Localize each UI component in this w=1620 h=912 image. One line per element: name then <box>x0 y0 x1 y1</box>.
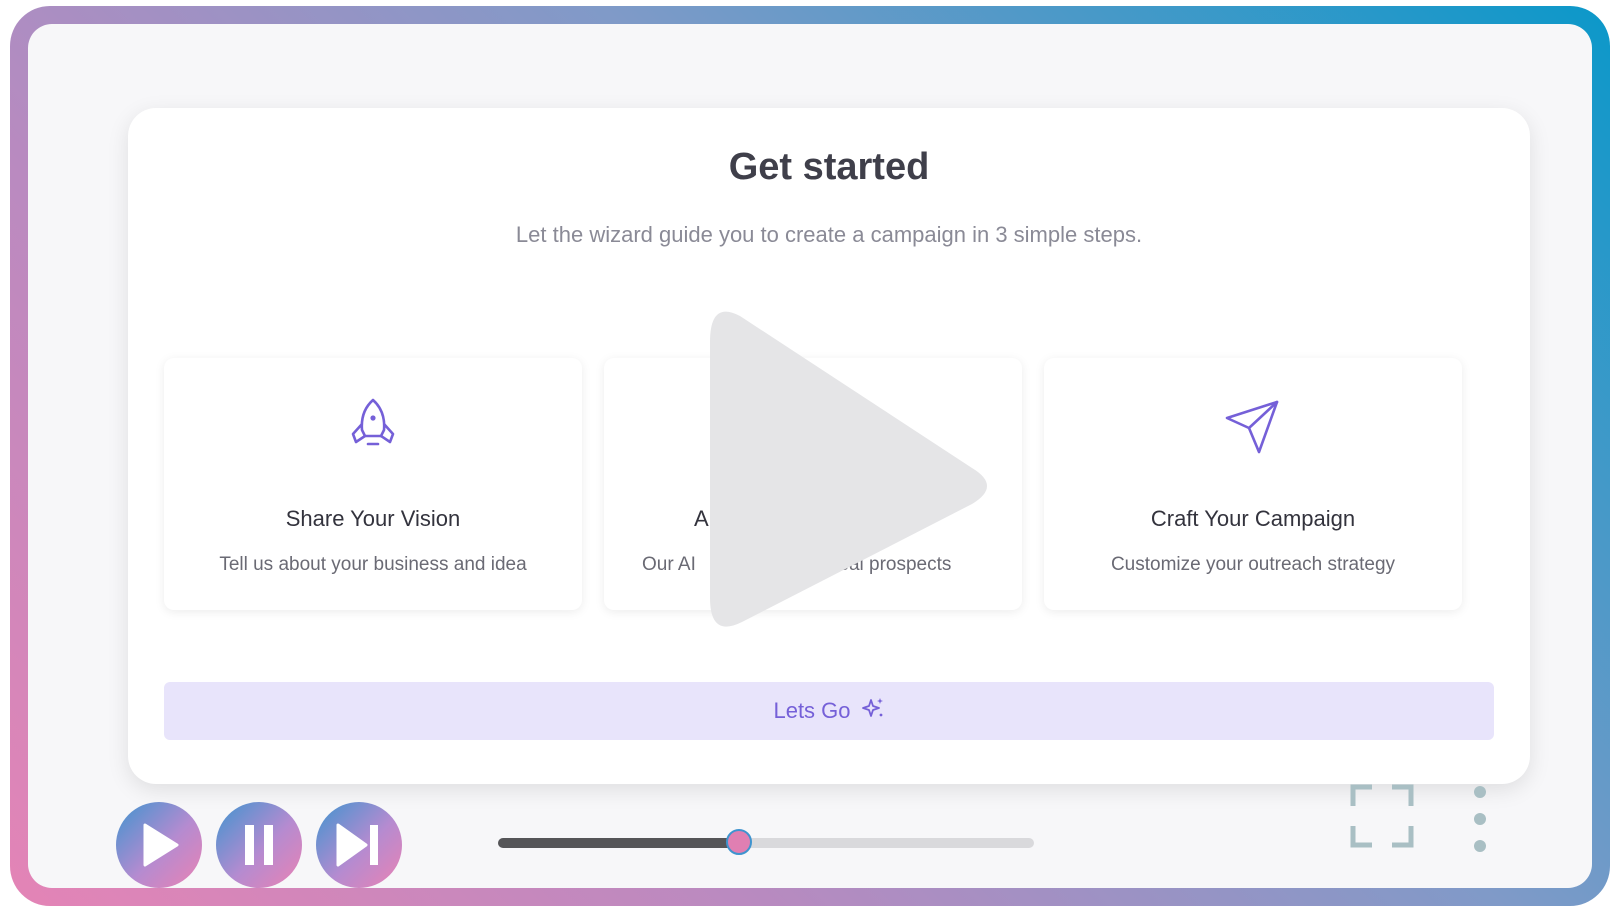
lets-go-label: Lets Go <box>773 698 851 723</box>
page-title: Get started <box>728 146 930 188</box>
video-play-overlay-icon[interactable] <box>710 308 1010 638</box>
sparkles-icon <box>861 696 885 726</box>
skip-next-icon <box>336 823 378 867</box>
lets-go-button[interactable]: Lets Go <box>164 682 1494 740</box>
paper-plane-icon <box>1223 394 1283 458</box>
more-options-button[interactable] <box>1468 786 1492 858</box>
fullscreen-button[interactable] <box>1350 784 1414 848</box>
video-frame: Get started Let the wizard guide you to … <box>10 6 1610 906</box>
step-card-campaign[interactable]: Craft Your Campaign Customize your outre… <box>1044 358 1462 610</box>
play-icon <box>143 823 179 867</box>
player-controls <box>28 784 1592 888</box>
more-vertical-icon <box>1474 786 1486 852</box>
wizard-card: Get started Let the wizard guide you to … <box>128 108 1530 784</box>
progress-fill <box>498 838 740 848</box>
progress-track[interactable] <box>498 829 1034 855</box>
step-card-vision[interactable]: Share Your Vision Tell us about your bus… <box>164 358 582 610</box>
step-title: Craft Your Campaign <box>1150 506 1356 531</box>
skip-next-button[interactable] <box>316 802 402 888</box>
step-description: Tell us about your business and idea <box>219 554 527 575</box>
video-screen: Get started Let the wizard guide you to … <box>28 24 1592 888</box>
step-title: Share Your Vision <box>285 506 461 531</box>
page-subtitle: Let the wizard guide you to create a cam… <box>515 222 1143 247</box>
step-description: Customize your outreach strategy <box>1110 554 1396 575</box>
play-button[interactable] <box>116 802 202 888</box>
rocket-icon <box>343 394 403 458</box>
progress-thumb[interactable] <box>726 829 753 855</box>
pause-icon <box>245 825 273 865</box>
fullscreen-icon <box>1350 784 1414 848</box>
pause-button[interactable] <box>216 802 302 888</box>
